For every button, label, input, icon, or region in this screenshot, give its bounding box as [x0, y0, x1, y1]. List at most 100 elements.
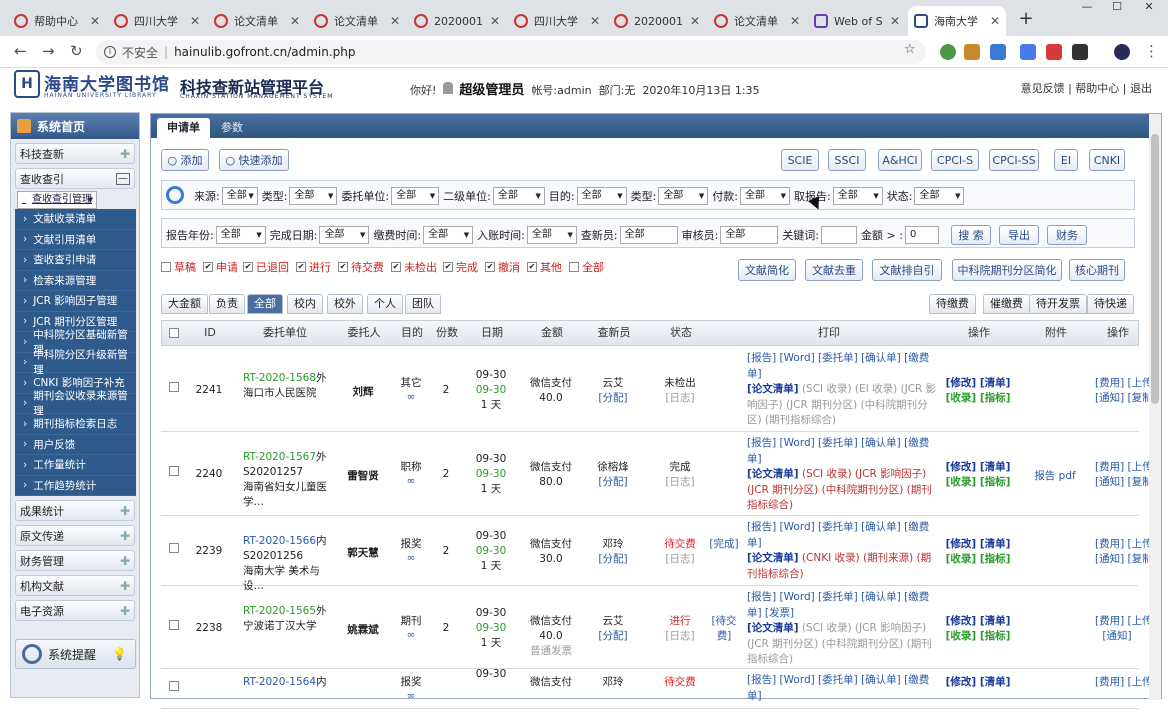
tab-close-icon[interactable]: ✕	[90, 14, 100, 28]
status-checkbox[interactable]: ✔ 已退回	[243, 259, 289, 275]
print-links[interactable]: [报告] [Word] [委托单] [确认单] [缴费单]	[747, 437, 929, 465]
filter-select[interactable]: 全部	[391, 187, 440, 205]
db-button[interactable]: CNKI	[1089, 149, 1125, 171]
filter-input[interactable]: 全部	[720, 226, 779, 244]
link-icon[interactable]: ∞	[407, 690, 416, 702]
extension-icon-1[interactable]	[940, 44, 956, 60]
checkbox-icon[interactable]: ✔	[243, 262, 253, 272]
paper-list-link[interactable]: [论文清单]	[747, 383, 799, 395]
extension-icon-3[interactable]	[990, 44, 1006, 60]
row-code[interactable]: RT-2020-1565	[243, 605, 316, 617]
sidebar-item[interactable]: 工作趋势统计	[15, 475, 136, 496]
action-button[interactable]: 文献排自引	[872, 259, 942, 281]
tab-close-icon[interactable]: ✕	[890, 14, 900, 28]
log-link[interactable]: [日志]	[665, 630, 694, 642]
db-button[interactable]: SCIE	[781, 149, 819, 171]
tab-application[interactable]: 申请单	[157, 118, 210, 138]
column-header[interactable]: 附件	[1016, 321, 1096, 347]
sidebar-item[interactable]: JCR 影响因子管理	[15, 291, 136, 312]
filter-select[interactable]: 全部	[740, 187, 791, 205]
sidebar-item[interactable]: 中科院分区升级新管理	[15, 349, 136, 376]
tab-close-icon[interactable]: ✕	[490, 14, 500, 28]
checkbox-icon[interactable]	[161, 262, 171, 272]
db-button[interactable]: EI	[1054, 149, 1078, 171]
edit-list-links[interactable]: [修改] [清单]	[946, 538, 1011, 550]
browser-tab[interactable]: 四川大学 ✕	[508, 6, 606, 36]
print-links[interactable]: [报告] [Word] [委托单] [确认单] [缴费单]	[747, 674, 929, 702]
checkbox-icon[interactable]: ✔	[296, 262, 306, 272]
sub-tab[interactable]: 团队	[405, 294, 441, 314]
add-button[interactable]: ○ 添加	[161, 149, 209, 171]
sub-tab[interactable]: 校内	[287, 294, 323, 314]
collect-index-links[interactable]: [收录] [指标]	[946, 553, 1011, 565]
column-header[interactable]: 打印	[716, 321, 942, 347]
sub-tab[interactable]: 校外	[327, 294, 363, 314]
browser-tab[interactable]: Web of S ✕	[808, 6, 906, 36]
collect-index-links[interactable]: [收录] [指标]	[946, 630, 1011, 642]
sidebar-item[interactable]: 期刊会议收录来源管理	[15, 390, 136, 417]
tab-close-icon[interactable]: ✕	[290, 14, 300, 28]
assign-link[interactable]: [分配]	[598, 392, 627, 404]
fee-upload-links[interactable]: [费用] [上传]	[1095, 676, 1157, 688]
right-tab[interactable]: 待开发票	[1029, 294, 1087, 314]
tab-close-icon[interactable]: ✕	[190, 14, 200, 28]
extension-icon-6[interactable]	[1072, 44, 1088, 60]
row-code[interactable]: RT-2020-1567	[243, 451, 316, 463]
filter-input[interactable]	[821, 226, 858, 244]
sidebar-group-scitech[interactable]: 科技查新 ✚	[15, 143, 135, 164]
fee-upload-links[interactable]: [费用] [上传]	[1095, 615, 1157, 627]
logout-link[interactable]: 退出	[1130, 82, 1152, 95]
row-attachment[interactable]: 报告 pdf	[1015, 468, 1095, 483]
status-checkbox[interactable]: ✔ 完成	[443, 259, 478, 275]
browser-tab[interactable]: 2020001 ✕	[608, 6, 706, 36]
column-header[interactable]: 金额	[522, 321, 582, 347]
tab-close-icon[interactable]: ✕	[590, 14, 600, 28]
log-link[interactable]: [日志]	[665, 476, 694, 488]
row-checkbox[interactable]	[169, 381, 179, 392]
tab-close-icon[interactable]: ✕	[690, 14, 700, 28]
paper-list-link[interactable]: [论文清单]	[747, 622, 799, 634]
fee-upload-links[interactable]: [费用] [上传]	[1095, 377, 1157, 389]
edit-list-links[interactable]: [修改] [清单]	[946, 377, 1011, 389]
extension-icon-4[interactable]	[1020, 44, 1036, 60]
print-links[interactable]: [报告] [Word] [委托单] [确认单] [缴费单]	[747, 352, 929, 380]
filter-select[interactable]: 全部	[526, 226, 577, 244]
extension-icon-2[interactable]	[964, 44, 980, 60]
edit-list-links[interactable]: [修改] [清单]	[946, 615, 1011, 627]
assign-link[interactable]: [分配]	[598, 476, 627, 488]
quick-add-button[interactable]: ○ 快速添加	[219, 149, 289, 171]
filter-select[interactable]: 全部	[423, 226, 474, 244]
db-button[interactable]: CPCI-SS	[989, 149, 1039, 171]
sidebar-item[interactable]: 查收查引管理	[17, 191, 97, 209]
filter-select[interactable]: 全部	[215, 226, 266, 244]
browser-tab[interactable]: 论文清单 ✕	[708, 6, 806, 36]
forward-icon[interactable]: →	[42, 42, 55, 60]
db-button[interactable]: SSCI	[828, 149, 866, 171]
sub-tab[interactable]: 大金额	[161, 294, 208, 314]
star-icon[interactable]: ☆	[904, 42, 916, 57]
filter-input[interactable]: 0	[904, 226, 939, 244]
filter-select[interactable]: 全部	[576, 187, 627, 205]
status-checkbox[interactable]: 全部	[569, 259, 604, 275]
profile-avatar[interactable]	[1114, 44, 1130, 60]
column-header[interactable]: 操作	[942, 321, 1016, 347]
browser-tab[interactable]: 海南大学 ✕	[908, 6, 1006, 36]
row-checkbox[interactable]	[169, 681, 179, 691]
right-tab[interactable]: 催缴费	[983, 294, 1030, 314]
column-header[interactable]: 日期	[462, 321, 522, 347]
sub-tab[interactable]: 个人	[367, 294, 403, 314]
status-checkbox[interactable]: 草稿	[161, 259, 196, 275]
maximize-button[interactable]: ☐	[1106, 0, 1128, 14]
log-link[interactable]: [日志]	[665, 392, 694, 404]
column-header[interactable]: 委托人	[336, 321, 392, 347]
filter-export-button[interactable]: 导出	[998, 225, 1039, 245]
right-tab[interactable]: 待快递	[1087, 294, 1134, 314]
row-checkbox[interactable]	[169, 619, 179, 630]
extension-icon-5[interactable]	[1046, 44, 1062, 60]
column-header[interactable]: 目的	[392, 321, 432, 347]
column-header[interactable]: 份数	[432, 321, 462, 347]
filter-select[interactable]: 全部	[221, 187, 258, 205]
row-extra-link[interactable]: [完成]	[709, 537, 739, 552]
filter-select[interactable]: 全部	[289, 187, 338, 205]
fee-upload-links[interactable]: [费用] [上传]	[1095, 538, 1157, 550]
